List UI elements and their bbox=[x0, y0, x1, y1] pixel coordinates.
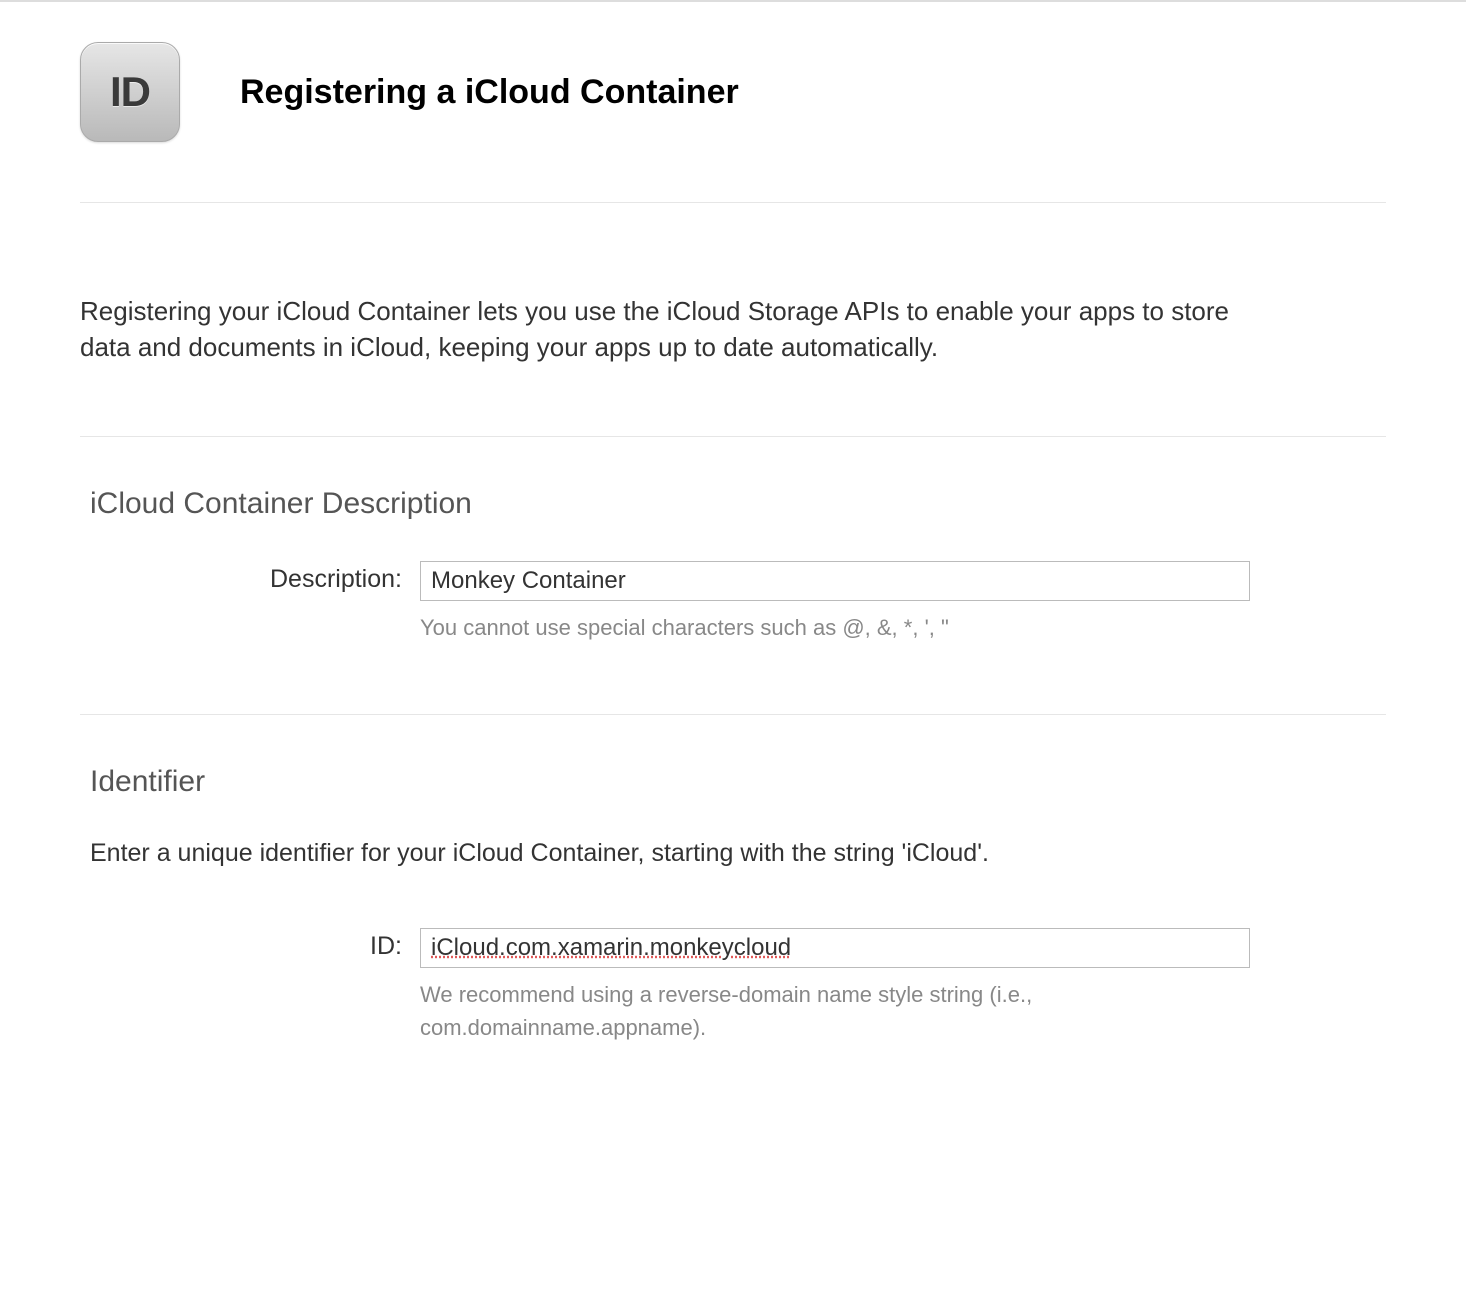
intro-text: Registering your iCloud Container lets y… bbox=[80, 203, 1240, 436]
page-container: ID Registering a iCloud Container Regist… bbox=[0, 0, 1466, 1314]
identifier-field-row: ID: We recommend using a reverse-domain … bbox=[80, 908, 1386, 1114]
description-label: Description: bbox=[80, 561, 420, 594]
description-input-wrap: You cannot use special characters such a… bbox=[420, 561, 1250, 644]
identifier-hint: We recommend using a reverse-domain name… bbox=[420, 968, 1250, 1044]
id-badge-icon: ID bbox=[80, 42, 180, 142]
page-title: Registering a iCloud Container bbox=[240, 73, 739, 112]
identifier-input[interactable] bbox=[420, 928, 1250, 968]
description-field-row: Description: You cannot use special char… bbox=[80, 561, 1386, 714]
identifier-section-subtext: Enter a unique identifier for your iClou… bbox=[80, 839, 1386, 908]
identifier-section-heading: Identifier bbox=[80, 715, 1386, 839]
identifier-input-wrap: We recommend using a reverse-domain name… bbox=[420, 928, 1250, 1044]
description-input[interactable] bbox=[420, 561, 1250, 601]
identifier-label: ID: bbox=[80, 928, 420, 961]
description-section-heading: iCloud Container Description bbox=[80, 437, 1386, 561]
description-hint: You cannot use special characters such a… bbox=[420, 601, 1250, 644]
page-header: ID Registering a iCloud Container bbox=[80, 42, 1386, 202]
